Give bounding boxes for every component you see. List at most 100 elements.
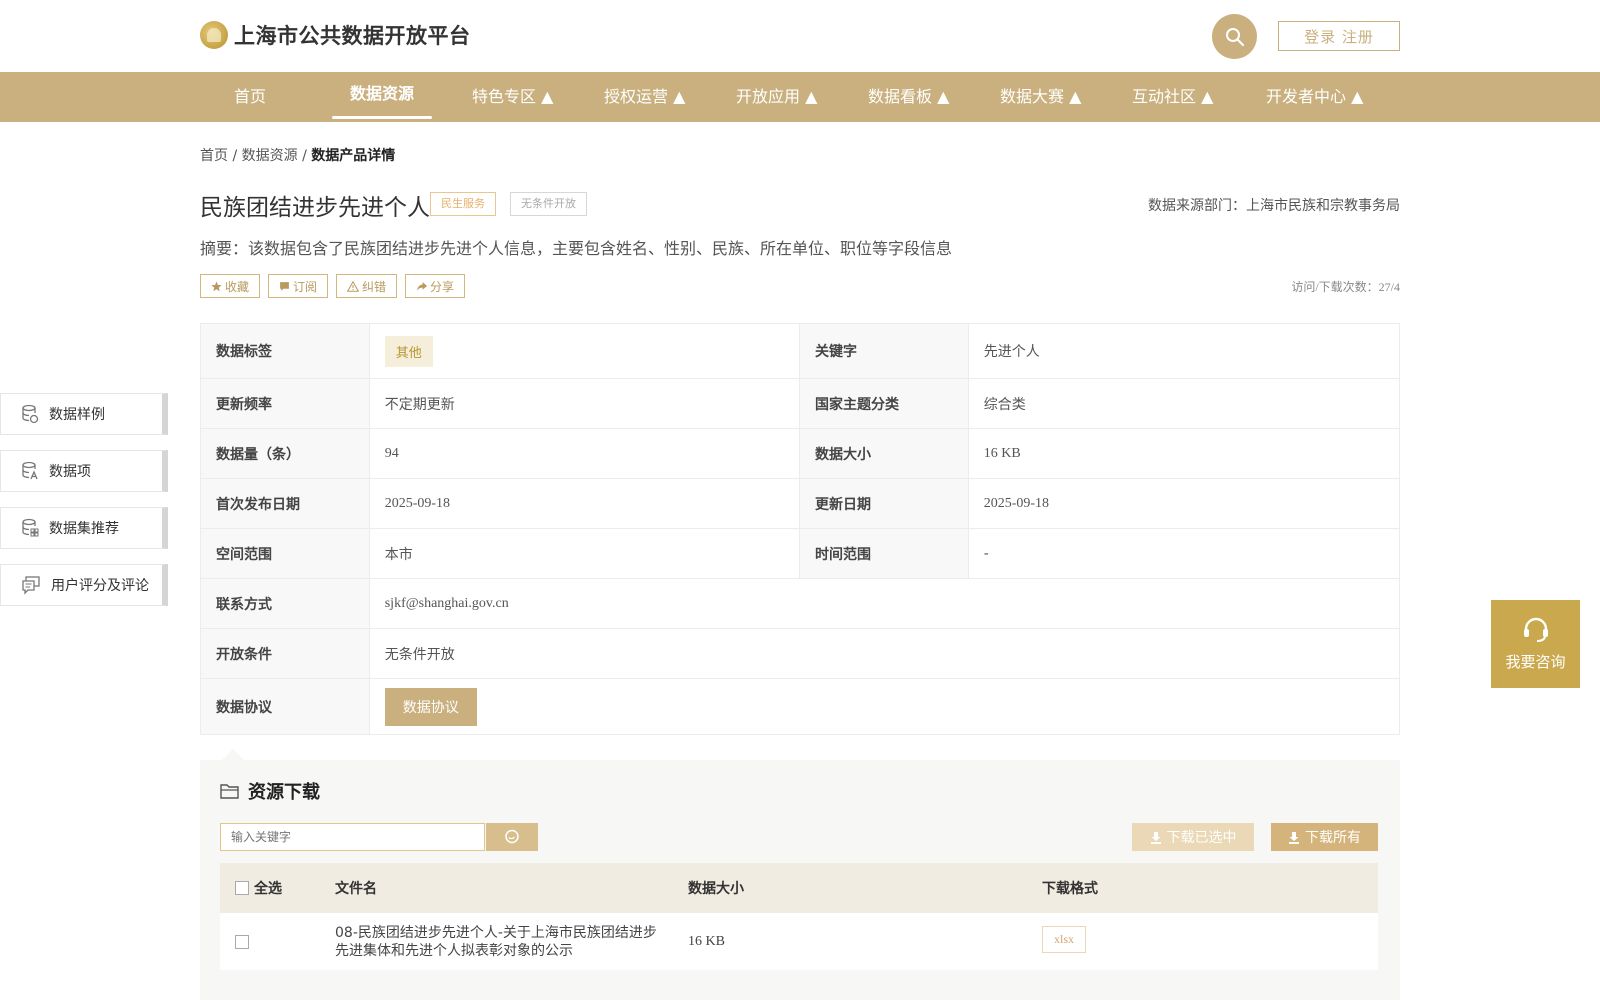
data-size-label: 数据大小 bbox=[800, 429, 968, 478]
file-search-button[interactable] bbox=[486, 823, 538, 851]
protocol-label: 数据协议 bbox=[201, 679, 369, 734]
table-row: 08-民族团结进步先进个人-关于上海市民族团结进步 先进集体和先进个人拟表彰对象… bbox=[220, 913, 1378, 970]
open-condition-value: 无条件开放 bbox=[368, 629, 1399, 678]
download-icon bbox=[1289, 831, 1299, 844]
side-item-data-sample[interactable]: 数据样例 bbox=[0, 393, 168, 435]
share-button[interactable]: 分享 bbox=[405, 274, 466, 298]
nav-item-authorized-ops[interactable]: 授权运营 ▲ bbox=[604, 72, 685, 122]
download-selected-button[interactable]: 下载已选中 bbox=[1132, 823, 1254, 851]
side-item-data-fields[interactable]: 数据项 bbox=[0, 450, 168, 492]
breadcrumb-separator: / bbox=[232, 148, 238, 164]
protocol-value: 数据协议 bbox=[368, 679, 1399, 734]
visit-download-count: 访问/下载次数：27/4 bbox=[1291, 280, 1400, 294]
site-title: 上海市公共数据开放平台 bbox=[234, 24, 471, 48]
data-protocol-button[interactable]: 数据协议 bbox=[384, 687, 477, 726]
download-heading: 资源下载 bbox=[220, 778, 320, 804]
side-item-label: 数据项 bbox=[49, 464, 91, 480]
nav-item-home[interactable]: 首页 bbox=[234, 72, 266, 122]
search-icon bbox=[505, 829, 519, 844]
breadcrumb-current: 数据产品详情 bbox=[311, 148, 396, 164]
breadcrumb: 首页 / 数据资源 / 数据产品详情 bbox=[200, 145, 395, 165]
header-search-button[interactable] bbox=[1212, 14, 1257, 59]
comment-icon bbox=[22, 576, 40, 595]
breadcrumb-separator: / bbox=[302, 148, 307, 164]
row-checkbox[interactable] bbox=[235, 934, 249, 949]
file-table: 全选 文件名 数据大小 下载格式 08-民族团结进步先进个人-关于上海市民族团结… bbox=[220, 863, 1378, 970]
file-search-input[interactable] bbox=[220, 823, 485, 851]
favorite-label: 收藏 bbox=[225, 279, 250, 294]
format-cell: xlsx bbox=[1042, 925, 1378, 953]
open-condition-label: 开放条件 bbox=[201, 629, 369, 678]
select-all-checkbox[interactable] bbox=[235, 881, 249, 895]
breadcrumb-home[interactable]: 首页 bbox=[200, 148, 228, 164]
metadata-row: 数据量（条） 94 数据大小 16 KB bbox=[201, 428, 1399, 478]
search-icon bbox=[1225, 27, 1244, 46]
keyword-value: 先进个人 bbox=[967, 324, 1399, 378]
side-item-label: 数据集推荐 bbox=[49, 521, 119, 537]
contact-value: sjkf@shanghai.gov.cn bbox=[368, 579, 1399, 628]
logo-icon bbox=[200, 21, 228, 49]
correct-button[interactable]: 纠错 bbox=[336, 274, 398, 298]
select-all-label: 全选 bbox=[254, 881, 282, 897]
subscribe-button[interactable]: 订阅 bbox=[268, 274, 329, 298]
dataset-summary: 摘要：该数据包含了民族团结进步先进个人信息，主要包含姓名、性别、民族、所在单位、… bbox=[200, 239, 953, 258]
file-size-cell: 16 KB bbox=[688, 933, 725, 949]
spatial-scope-value: 本市 bbox=[368, 529, 800, 578]
data-tag-chip[interactable]: 其他 bbox=[384, 335, 433, 367]
correct-label: 纠错 bbox=[362, 279, 387, 294]
warning-icon bbox=[347, 280, 360, 292]
side-anchor-menu: 数据样例 数据项 数据集推荐 用户评分及评论 bbox=[0, 393, 168, 621]
data-tag-value: 其他 bbox=[368, 324, 800, 378]
metadata-row: 首次发布日期 2025-09-18 更新日期 2025-09-18 bbox=[201, 478, 1399, 528]
nav-item-open-apps[interactable]: 开放应用 ▲ bbox=[736, 72, 817, 122]
nav-active-indicator bbox=[332, 116, 432, 119]
record-count-value: 94 bbox=[368, 429, 800, 478]
nav-item-developer[interactable]: 开发者中心 ▲ bbox=[1266, 72, 1363, 122]
format-header: 下载格式 bbox=[1042, 881, 1098, 897]
contact-label: 联系方式 bbox=[201, 579, 369, 628]
file-table-header: 全选 文件名 数据大小 下载格式 bbox=[220, 863, 1378, 913]
section-pointer bbox=[222, 749, 244, 760]
consult-label: 我要咨询 bbox=[1505, 652, 1566, 671]
main-nav: 首页 数据资源 特色专区 ▲ 授权运营 ▲ 开放应用 ▲ 数据看板 ▲ 数据大赛… bbox=[0, 72, 1600, 122]
nav-item-community[interactable]: 互动社区 ▲ bbox=[1132, 72, 1213, 122]
share-label: 分享 bbox=[430, 279, 455, 294]
side-item-label: 数据样例 bbox=[49, 407, 105, 423]
metadata-row: 数据协议 数据协议 bbox=[201, 678, 1399, 734]
metadata-table: 数据标签 其他 关键字 先进个人 更新频率 不定期更新 国家主题分类 综合类 数… bbox=[200, 323, 1400, 735]
nav-item-data-contest[interactable]: 数据大赛 ▲ bbox=[1000, 72, 1081, 122]
nav-item-special-zone[interactable]: 特色专区 ▲ bbox=[472, 72, 553, 122]
size-header: 数据大小 bbox=[688, 881, 744, 897]
nav-item-data-dashboard[interactable]: 数据看板 ▲ bbox=[868, 72, 949, 122]
database-grid-icon bbox=[22, 518, 39, 537]
time-scope-value: - bbox=[967, 529, 1399, 578]
breadcrumb-section[interactable]: 数据资源 bbox=[242, 148, 298, 164]
metadata-row: 更新频率 不定期更新 国家主题分类 综合类 bbox=[201, 378, 1399, 428]
filename-header: 文件名 bbox=[335, 881, 377, 897]
action-bar: 收藏 订阅 纠错 分享 bbox=[200, 274, 466, 298]
side-item-dataset-recommend[interactable]: 数据集推荐 bbox=[0, 507, 168, 549]
site-logo[interactable]: 上海市公共数据开放平台 bbox=[200, 20, 471, 50]
data-size-value: 16 KB bbox=[967, 429, 1399, 478]
record-count-label: 数据量（条） bbox=[201, 429, 369, 478]
side-item-user-reviews[interactable]: 用户评分及评论 bbox=[0, 564, 168, 606]
download-title: 资源下载 bbox=[248, 782, 320, 803]
subscribe-icon bbox=[280, 281, 289, 291]
login-register-button[interactable]: 登录 注册 bbox=[1278, 21, 1400, 51]
database-icon bbox=[22, 404, 39, 424]
consult-button[interactable]: 我要咨询 bbox=[1491, 600, 1580, 688]
download-all-button[interactable]: 下载所有 bbox=[1271, 823, 1378, 851]
format-xlsx-button[interactable]: xlsx bbox=[1042, 925, 1087, 953]
spatial-scope-label: 空间范围 bbox=[201, 529, 369, 578]
database-search-icon bbox=[22, 461, 38, 480]
dataset-title: 民族团结进步先进个人 bbox=[200, 195, 430, 221]
share-icon bbox=[417, 281, 428, 291]
time-scope-label: 时间范围 bbox=[800, 529, 968, 578]
filename-line: 先进集体和先进个人拟表彰对象的公示 bbox=[335, 942, 573, 959]
favorite-button[interactable]: 收藏 bbox=[200, 274, 261, 298]
domain-tag: 民生服务 bbox=[430, 192, 496, 216]
national-theme-label: 国家主题分类 bbox=[800, 379, 968, 428]
nav-item-data-resources[interactable]: 数据资源 bbox=[350, 69, 414, 119]
resource-download-section: 资源下载 下载已选中 下载所有 全选 文件名 数据大小 下载格式 08-民族团结… bbox=[200, 760, 1400, 1000]
update-frequency-label: 更新频率 bbox=[201, 379, 369, 428]
